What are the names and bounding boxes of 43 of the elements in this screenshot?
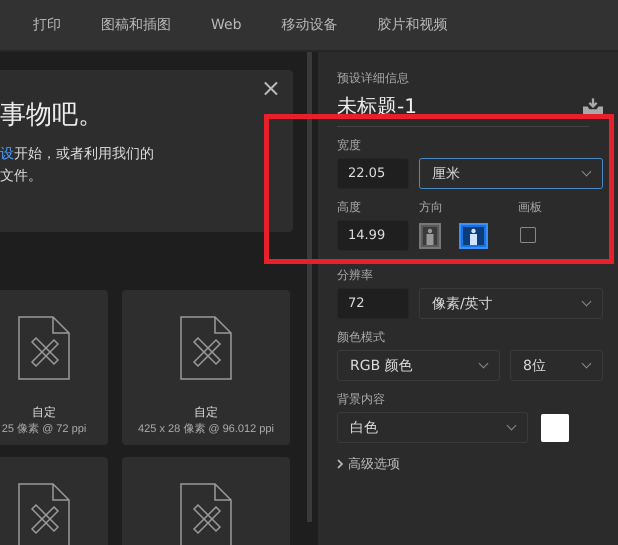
resolution-unit-dropdown[interactable]: 像素/英寸 xyxy=(419,288,603,319)
preset-size: 425 x 28 像素 @ 96.012 ppi xyxy=(138,422,274,436)
chevron-right-icon[interactable] xyxy=(337,459,343,469)
document-ruler-pencil-icon xyxy=(18,316,70,380)
preset-name: 自定 xyxy=(32,404,56,421)
category-tab[interactable]: 打印 xyxy=(33,16,61,34)
background-dropdown[interactable]: 白色 xyxy=(337,412,528,443)
field-label: 高度 xyxy=(337,199,362,216)
banner-title: 事物吧。 xyxy=(0,100,105,132)
preset-card[interactable]: 自定 25 像素 @ 72 ppi xyxy=(0,290,108,445)
field-label: 画板 xyxy=(518,199,542,216)
presets-link[interactable]: 设 xyxy=(0,146,14,162)
preset-size: 25 像素 @ 72 ppi xyxy=(2,422,86,436)
width-input[interactable]: 22.05 xyxy=(337,158,409,189)
document-ruler-pencil-icon xyxy=(180,483,232,545)
section-heading: 预设详细信息 xyxy=(337,70,410,87)
portrait-orientation-icon[interactable] xyxy=(419,222,441,248)
save-preset-icon[interactable] xyxy=(583,98,603,115)
category-tab[interactable]: 图稿和插图 xyxy=(101,16,171,34)
bit-depth-dropdown[interactable]: 8位 xyxy=(510,350,603,381)
scrollbar[interactable] xyxy=(307,52,312,522)
landscape-orientation-icon[interactable] xyxy=(459,222,488,248)
field-label: 宽度 xyxy=(337,137,362,154)
resolution-input[interactable]: 72 xyxy=(337,288,409,319)
document-ruler-pencil-icon xyxy=(180,316,232,380)
color-mode-dropdown[interactable]: RGB 颜色 xyxy=(337,350,500,381)
category-tab[interactable]: Web xyxy=(211,17,242,33)
close-button[interactable]: × xyxy=(260,76,281,100)
document-ruler-pencil-icon xyxy=(18,483,70,545)
preset-card[interactable]: 自定 425 x 28 像素 @ 96.012 ppi xyxy=(122,290,290,445)
banner-text: 设开始，或者利用我们的 文件。 xyxy=(0,145,155,186)
field-label: 颜色模式 xyxy=(337,329,386,346)
width-unit-dropdown[interactable]: 厘米 xyxy=(419,158,603,189)
category-tab[interactable]: 胶片和视频 xyxy=(378,16,448,34)
artboard-checkbox[interactable] xyxy=(520,227,536,243)
preset-name: 自定 xyxy=(194,404,218,421)
field-label: 方向 xyxy=(419,199,444,216)
color-swatch[interactable] xyxy=(541,414,569,442)
category-tab[interactable]: 移动设备 xyxy=(282,16,338,34)
advanced-options-toggle[interactable]: 高级选项 xyxy=(348,455,400,473)
height-input[interactable]: 14.99 xyxy=(337,220,409,251)
field-label: 分辨率 xyxy=(337,267,374,284)
field-label: 背景内容 xyxy=(337,391,386,408)
